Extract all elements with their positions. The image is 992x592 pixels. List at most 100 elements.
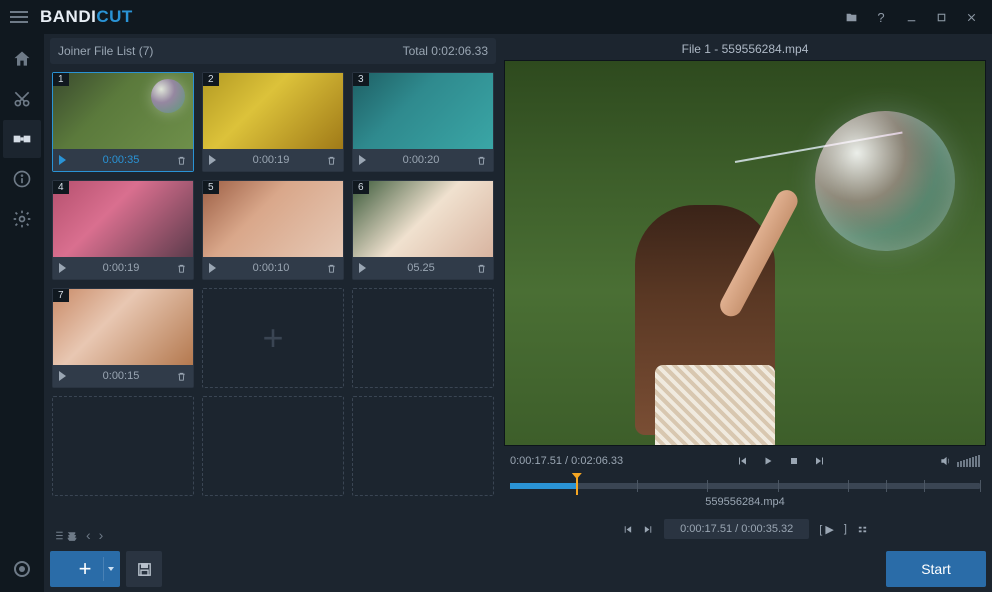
play-icon[interactable] [359,263,366,273]
play-icon[interactable] [59,371,66,381]
clip-thumbnail[interactable]: 70:00:15 [52,288,194,388]
minimize-icon[interactable] [896,2,926,32]
maximize-icon[interactable] [926,2,956,32]
play-icon[interactable] [59,155,66,165]
clip-image: 4 [53,181,193,257]
clip-thumbnail[interactable]: 605.25 [352,180,494,280]
file-list-total: Total 0:02:06.33 [403,44,488,58]
start-button[interactable]: Start [886,551,986,587]
logo-text-2: CUT [96,7,132,26]
nav-join[interactable] [3,120,41,158]
logo-text-1: BANDI [40,7,96,26]
empty-clip-slot [352,288,494,388]
nav-cut[interactable] [3,80,41,118]
clip-index: 1 [53,73,69,86]
clip-index: 3 [353,73,369,86]
clip-duration: 0:00:19 [222,154,320,166]
clip-thumbnail[interactable]: 40:00:19 [52,180,194,280]
preview-panel: File 1 - 559556284.mp4 0:00:17.51 / 0:02… [500,34,992,592]
file-list-actions: + [50,550,496,588]
help-icon[interactable]: ? [866,2,896,32]
clip-image: 6 [353,181,493,257]
segment-grid-icon[interactable] [857,524,868,535]
delete-icon[interactable] [326,262,337,274]
volume-bars[interactable] [957,455,980,467]
file-list-panel: Joiner File List (7) Total 0:02:06.33 1 0… [44,34,500,592]
clip-image: 3 [353,73,493,149]
segment-prev-icon[interactable] [622,524,633,535]
speaker-icon [939,454,953,468]
playback-time: 0:00:17.51 / 0:02:06.33 [510,455,623,467]
title-bar: BANDICUT ? [0,0,992,34]
empty-clip-slot [52,396,194,496]
delete-icon[interactable] [476,154,487,166]
clip-duration: 05.25 [372,262,470,274]
play-icon[interactable] [209,263,216,273]
playback-row: 0:00:17.51 / 0:02:06.33 [504,446,986,476]
preview-title: File 1 - 559556284.mp4 [504,38,986,60]
empty-clip-slot [202,396,344,496]
close-icon[interactable] [956,2,986,32]
clip-toolbar: 0:00:10 [203,257,343,279]
prev-track-icon[interactable] [736,455,748,467]
volume-control[interactable] [939,454,980,468]
chevron-down-icon[interactable] [108,567,114,571]
nav-home[interactable] [3,40,41,78]
play-icon[interactable] [59,263,66,273]
record-button[interactable] [7,554,37,584]
clip-image: 5 [203,181,343,257]
delete-icon[interactable] [476,262,487,274]
list-options-icon[interactable] [54,529,78,542]
file-list-footer: ‹ › [50,524,496,546]
timeline-cursor[interactable] [576,477,578,495]
clip-index: 2 [203,73,219,86]
clip-image: 1 [53,73,193,149]
clip-grid: 1 0:00:35 2 0:00:19 3 0:00:20 40:00:195 0:00:10… [50,70,496,498]
next-page-icon[interactable]: › [99,527,104,543]
app-logo: BANDICUT [40,7,133,27]
side-nav [0,34,44,592]
titlebar-controls: ? [836,2,986,32]
timeline-track[interactable] [510,483,980,489]
delete-icon[interactable] [176,262,187,274]
stop-icon[interactable] [788,455,800,467]
mark-in-icon[interactable]: [ ▶ [819,523,834,536]
clip-thumbnail[interactable]: 3 0:00:20 [352,72,494,172]
video-preview[interactable] [504,60,986,446]
clip-toolbar: 0:00:35 [53,149,193,171]
folder-icon[interactable] [836,2,866,32]
clip-thumbnail[interactable]: 1 0:00:35 [52,72,194,172]
save-project-button[interactable] [126,551,162,587]
segment-next-icon[interactable] [643,524,654,535]
clip-thumbnail[interactable]: 5 0:00:10 [202,180,344,280]
delete-icon[interactable] [176,370,187,382]
delete-icon[interactable] [326,154,337,166]
clip-index: 6 [353,181,369,194]
next-track-icon[interactable] [814,455,826,467]
nav-info[interactable] [3,160,41,198]
clip-duration: 0:00:10 [222,262,320,274]
clip-duration: 0:00:15 [72,370,170,382]
prev-page-icon[interactable]: ‹ [86,527,91,543]
clip-thumbnail[interactable]: 2 0:00:19 [202,72,344,172]
play-icon[interactable] [359,155,366,165]
clip-toolbar: 0:00:20 [353,149,493,171]
delete-icon[interactable] [176,154,187,166]
current-clip-name: 559556284.mp4 [504,496,986,514]
mark-out-icon[interactable]: ] [844,523,847,535]
clip-index: 4 [53,181,69,194]
plus-icon: + [262,317,283,359]
nav-settings[interactable] [3,200,41,238]
hamburger-menu-icon[interactable] [6,4,32,30]
add-clip-slot[interactable]: + [202,288,344,388]
preview-actions: Start [504,550,986,588]
playback-controls [623,455,939,467]
clip-duration: 0:00:20 [372,154,470,166]
add-file-button[interactable]: + [50,551,120,587]
timeline[interactable] [504,476,986,496]
clip-duration: 0:00:35 [72,154,170,166]
play-icon[interactable] [209,155,216,165]
file-list-header: Joiner File List (7) Total 0:02:06.33 [50,38,496,64]
play-icon[interactable] [762,455,774,467]
clip-image: 2 [203,73,343,149]
